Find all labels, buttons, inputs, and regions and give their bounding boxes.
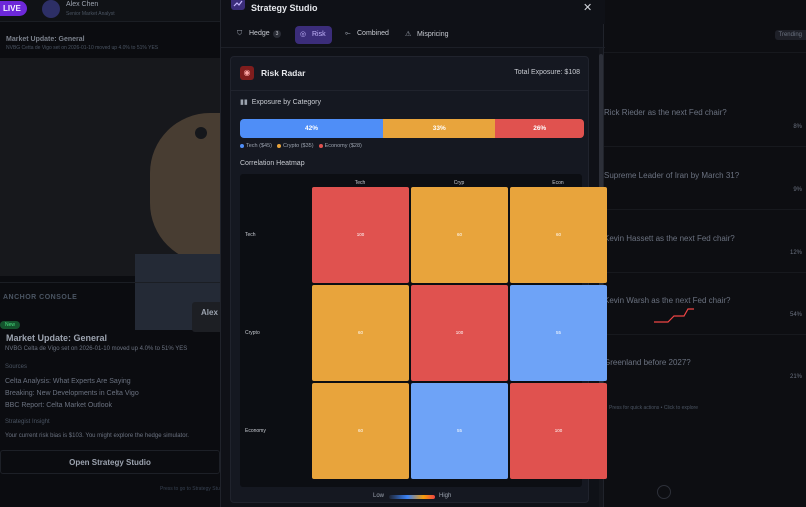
warning-icon: ⚠: [405, 31, 412, 38]
footer-hint: Press to go to Strategy Studio: [160, 486, 227, 492]
markets-list: Trending Rick Rieder as the next Fed cha…: [604, 0, 806, 507]
market-value: 9%: [793, 187, 802, 193]
scale-gradient: [389, 495, 435, 499]
market-value: 12%: [789, 250, 802, 256]
divider: [604, 209, 806, 210]
risk-radar-header: ◉ Risk Radar Total Exposure: $108: [231, 57, 588, 91]
legend-item: Crypto ($35): [277, 143, 314, 149]
correlation-heatmap: Tech Cryp Econ Tech 100 60 60 Crypto 60 100 55 Econ…: [240, 174, 607, 487]
modal-tabs: ⛉ Hedge 3 ◎ Risk ⟜ Combined ⚠ Mispricing: [221, 24, 605, 48]
market-value: 54%: [789, 312, 802, 318]
heatmap-title: Correlation Heatmap: [240, 160, 305, 167]
sources-label: Sources: [5, 364, 28, 370]
heatmap-cell[interactable]: 100: [510, 383, 607, 479]
divider: [604, 146, 806, 147]
heatmap-row-label: Crypto: [245, 330, 260, 336]
shield-icon: ⛉: [237, 30, 243, 37]
merge-icon: ⟜: [345, 30, 351, 37]
modal-header: Strategy Studio ✕: [221, 0, 605, 24]
close-icon[interactable]: ✕: [583, 1, 592, 14]
market-item[interactable]: Greenland before 2027?: [604, 358, 806, 367]
market-value: 21%: [789, 374, 802, 380]
exposure-section-title: ▮▮ Exposure by Category: [240, 99, 321, 106]
tab-hedge[interactable]: ⛉ Hedge 3: [237, 26, 282, 44]
market-item[interactable]: Rick Rieder as the next Fed chair?: [604, 108, 806, 117]
video-feed: Alex: [0, 58, 220, 332]
exposure-bar: 42% 33% 26%: [240, 119, 584, 138]
divider: [604, 334, 806, 335]
radar-icon: ◎: [300, 31, 307, 38]
live-badge: LIVE: [0, 1, 27, 16]
strategist-text: Your current risk bias is $103. You migh…: [5, 433, 189, 439]
right-footer: Press for quick actions • Click to explo…: [609, 405, 699, 411]
market-value: 8%: [793, 124, 802, 130]
divider: [604, 272, 806, 273]
heatmap-row-label: Economy: [245, 428, 266, 434]
heatmap-col-label: Tech: [354, 180, 366, 186]
legend-label: Tech ($45): [246, 143, 272, 149]
legend-label: Crypto ($35): [283, 143, 314, 149]
anchor-eye: [195, 127, 207, 139]
heatmap-cell[interactable]: 60: [510, 187, 607, 283]
open-strategy-studio-button[interactable]: Open Strategy Studio: [0, 450, 220, 474]
legend-item: Economy ($28): [318, 143, 362, 149]
strategist-label: Strategist Insight: [5, 419, 50, 425]
market-update-body: NVBG Celta de Vigo set on 2026-01-10 mov…: [5, 346, 188, 352]
heatmap-row-label: Tech: [245, 232, 256, 238]
risk-icon: ◉: [240, 66, 254, 80]
heatmap-cell[interactable]: 100: [312, 187, 409, 283]
exposure-segment: 26%: [495, 119, 584, 138]
hedge-count-badge: 3: [272, 30, 282, 38]
heatmap-col-label: Econ: [552, 180, 564, 186]
exposure-legend: Tech ($45) Crypto ($35) Economy ($28): [240, 143, 367, 149]
heatmap-cell[interactable]: 55: [411, 383, 508, 479]
risk-radar-card: ◉ Risk Radar Total Exposure: $108 ▮▮ Expo…: [230, 56, 607, 503]
scale-high-label: High: [439, 493, 452, 499]
exposure-segment: 33%: [383, 119, 496, 138]
sparkline: [654, 308, 694, 323]
legend-dot: [240, 143, 244, 148]
user-name: Alex Chen: [66, 1, 99, 8]
strategy-studio-modal: Strategy Studio ✕ ⛉ Hedge 3 ◎ Risk ⟜ Combine…: [220, 0, 607, 507]
tab-risk[interactable]: ◎ Risk: [295, 26, 332, 44]
heatmap-cell[interactable]: 55: [510, 285, 607, 381]
exposure-segment: 42%: [240, 119, 384, 138]
anchor-console-title: ANCHOR CONSOLE: [0, 282, 220, 312]
user-subtitle: Senior Market Analyst: [66, 11, 115, 17]
modal-title: Strategy Studio: [251, 3, 318, 13]
heatmap-cell[interactable]: 60: [312, 383, 409, 479]
heatmap-col-label: Cryp: [453, 180, 465, 186]
source-link[interactable]: Celta Analysis: What Experts Are Saying: [5, 378, 131, 385]
new-pill: New: [0, 321, 21, 329]
legend-dot: [318, 143, 323, 148]
source-link[interactable]: BBC Report: Celta Market Outlook: [5, 402, 112, 409]
total-exposure: Total Exposure: $108: [514, 69, 580, 76]
market-item[interactable]: Kevin Warsh as the next Fed chair?: [604, 296, 806, 305]
modal-body: ◉ Risk Radar Total Exposure: $108 ▮▮ Expo…: [221, 48, 607, 507]
legend-label: Economy ($28): [324, 143, 362, 149]
source-link[interactable]: Breaking: New Developments in Celta Vigo: [5, 390, 139, 397]
legend-item: Tech ($45): [240, 143, 272, 149]
scale-low-label: Low: [373, 493, 385, 499]
broadcast-icon[interactable]: [657, 485, 671, 499]
avatar[interactable]: [42, 0, 60, 18]
risk-radar-title: Risk Radar: [261, 68, 306, 78]
bar-chart-icon: ▮▮: [240, 99, 248, 106]
market-item[interactable]: Supreme Leader of Iran by March 31?: [604, 171, 806, 180]
anchor-figure: [150, 113, 220, 263]
heatmap-cell[interactable]: 60: [411, 187, 508, 283]
divider: [604, 52, 806, 53]
market-update-banner: Market Update: General: [6, 36, 85, 43]
tab-combined[interactable]: ⟜ Combined: [345, 26, 389, 44]
tab-mispricing[interactable]: ⚠ Mispricing: [405, 26, 449, 44]
trend-icon: [231, 0, 245, 10]
market-update-banner-text: NVBG Cetta de Vigo set on 2026-01-10 mov…: [6, 45, 159, 51]
market-update-title: Market Update: General: [6, 333, 108, 343]
market-item[interactable]: Kevin Hassett as the next Fed chair?: [604, 234, 806, 243]
trending-tag[interactable]: Trending: [774, 30, 806, 40]
heatmap-cell[interactable]: 60: [312, 285, 409, 381]
legend-dot: [277, 143, 281, 148]
heatmap-cell[interactable]: 100: [411, 285, 508, 381]
